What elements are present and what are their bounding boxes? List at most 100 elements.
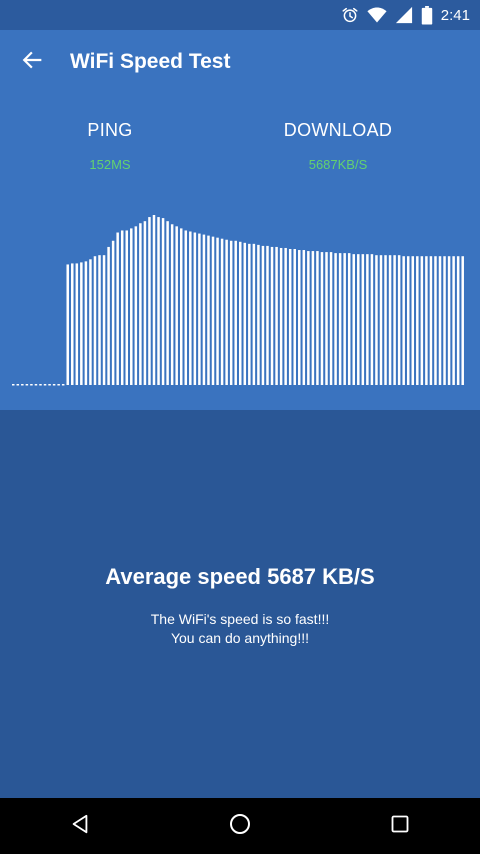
chart-bar xyxy=(447,256,451,385)
chart-baseline-dot xyxy=(12,384,15,386)
chart-bar xyxy=(320,252,324,385)
chart-bar xyxy=(307,251,310,385)
chart-bar xyxy=(143,221,147,385)
chart-bar xyxy=(270,246,274,385)
chart-bar xyxy=(402,256,405,385)
chart-bar xyxy=(316,251,319,385)
chart-bar xyxy=(189,231,192,385)
chart-bar xyxy=(211,236,215,385)
chart-bar xyxy=(148,217,151,385)
chart-bar xyxy=(111,240,115,385)
chart-bar xyxy=(134,226,138,385)
chart-bar xyxy=(216,237,219,385)
chart-bar xyxy=(266,245,269,385)
chart-bar xyxy=(275,246,278,385)
app-title: WiFi Speed Test xyxy=(70,50,231,73)
speed-test-panel: PING 152MS DOWNLOAD 5687KB/S xyxy=(0,94,480,410)
chart-bar xyxy=(234,240,237,385)
chart-bar xyxy=(293,249,296,385)
chart-bar xyxy=(379,255,383,385)
chart-baseline-dot xyxy=(25,384,29,386)
chart-baseline-dot xyxy=(30,384,33,386)
chart-bar xyxy=(229,240,233,385)
chart-bar xyxy=(125,230,128,385)
chart-bar xyxy=(179,228,183,385)
chart-bar xyxy=(397,255,401,385)
chart-baseline-dot xyxy=(39,384,42,386)
ping-metric: PING 152MS xyxy=(10,120,210,172)
ping-label: PING xyxy=(87,120,133,140)
chart-baseline-dot xyxy=(52,384,56,386)
chart-bar xyxy=(75,263,79,385)
signal-icon xyxy=(395,6,413,24)
chart-bar xyxy=(361,254,365,385)
chart-bar xyxy=(107,246,110,385)
chart-bar xyxy=(130,228,133,385)
download-value: 5687KB/S xyxy=(308,157,368,172)
chart-bar xyxy=(388,255,392,385)
chart-bar xyxy=(406,256,410,385)
chart-bar xyxy=(370,254,374,385)
screen: 2:41 WiFi Speed Test PING 152MS DOWNLOAD… xyxy=(0,0,480,854)
chart-bar xyxy=(343,253,346,385)
navigation-bar xyxy=(0,798,480,854)
nav-back-button[interactable] xyxy=(40,798,120,854)
chart-bar xyxy=(420,256,424,385)
message-line-2: You can do anything!!! xyxy=(170,630,310,646)
chart-bar xyxy=(66,264,69,385)
result-message: The WiFi's speed is so fast!!! You can d… xyxy=(0,610,480,648)
chart-bar xyxy=(302,250,306,385)
chart-bar xyxy=(175,226,178,385)
alarm-icon xyxy=(341,6,359,24)
back-button[interactable] xyxy=(0,30,64,94)
chart-bar xyxy=(84,261,88,385)
chart-bar xyxy=(438,256,442,385)
chart-bar xyxy=(456,256,460,385)
chart-bar xyxy=(375,255,378,385)
nav-recents-button[interactable] xyxy=(360,798,440,854)
chart-bar xyxy=(170,224,174,385)
nav-back-icon xyxy=(69,813,91,840)
chart-bar xyxy=(443,256,446,385)
chart-bar xyxy=(184,230,188,385)
chart-bar xyxy=(239,241,242,385)
battery-icon xyxy=(421,5,433,25)
chart-bar xyxy=(152,215,156,385)
chart-bar xyxy=(311,251,315,385)
average-speed: Average speed 5687 KB/S xyxy=(105,564,375,589)
chart-baseline-dot xyxy=(21,384,24,386)
chart-bar xyxy=(288,249,292,385)
chart-bar xyxy=(347,253,351,385)
chart-bar xyxy=(334,253,337,385)
chart-bar xyxy=(71,263,74,385)
chart-bar xyxy=(80,262,83,385)
nav-recents-icon xyxy=(390,814,410,839)
chart-bar xyxy=(243,242,247,385)
status-time: 2:41 xyxy=(440,6,470,24)
chart-bar xyxy=(425,256,428,385)
chart-bar xyxy=(202,234,206,385)
chart-bar xyxy=(411,256,415,385)
chart-baseline-dot xyxy=(57,384,60,386)
chart-bar xyxy=(252,243,256,385)
ping-value: 152MS xyxy=(89,157,131,172)
result-panel: Average speed 5687 KB/S The WiFi's speed… xyxy=(0,410,480,798)
wifi-icon xyxy=(367,6,387,24)
chart-bar xyxy=(461,256,464,385)
arrow-back-icon xyxy=(21,49,43,76)
chart-baseline-dot xyxy=(43,384,47,386)
app-bar: WiFi Speed Test xyxy=(0,30,480,94)
chart-bar xyxy=(166,221,169,385)
chart-bar xyxy=(98,255,101,385)
chart-bar xyxy=(257,244,260,385)
chart-baseline-dot xyxy=(34,384,38,386)
nav-home-button[interactable] xyxy=(200,798,280,854)
chart-bar xyxy=(102,255,106,385)
chart-bar xyxy=(284,247,287,385)
chart-bar xyxy=(416,256,419,385)
chart-bar xyxy=(298,250,301,385)
chart-bar xyxy=(429,256,433,385)
nav-home-icon xyxy=(228,812,252,841)
chart-bar xyxy=(338,253,342,385)
chart-bar xyxy=(366,254,369,385)
